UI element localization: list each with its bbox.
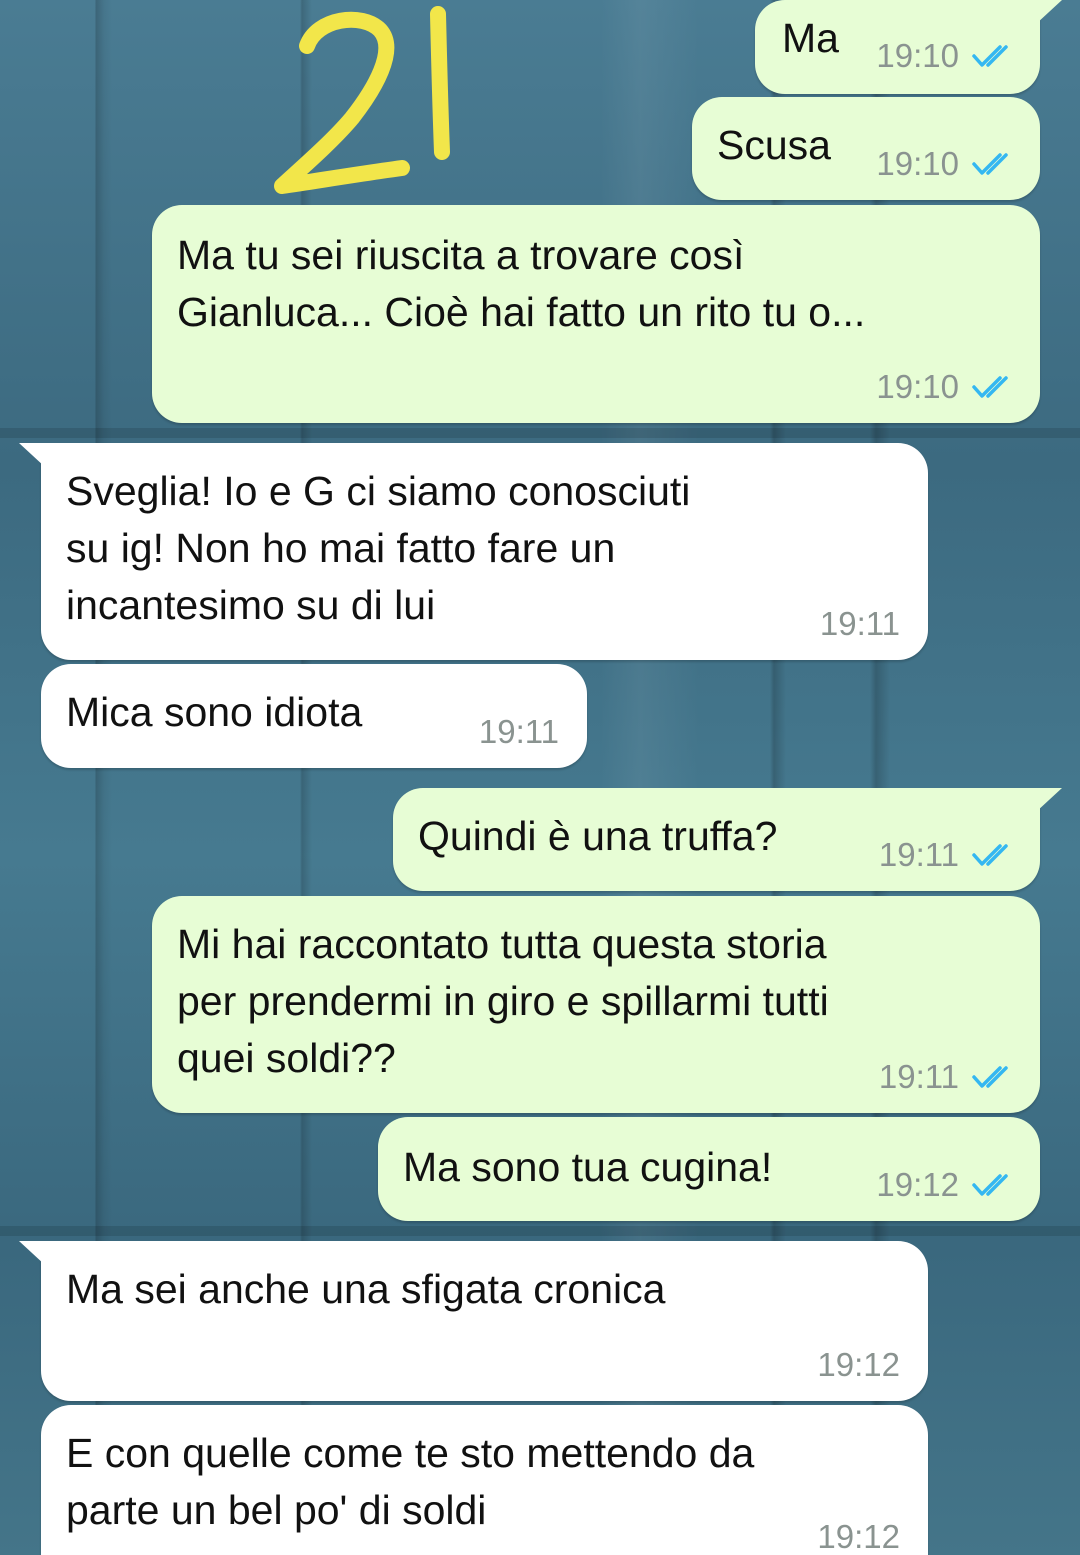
message-outgoing[interactable]: Ma 19:10 <box>755 0 1062 94</box>
message-time: 19:12 <box>876 1166 959 1203</box>
message-text: Mica sono idiota <box>66 689 363 735</box>
message-time: 19:11 <box>878 836 959 873</box>
message-time: 19:11 <box>819 605 900 642</box>
message-outgoing[interactable]: Mi hai raccontato tutta questa storia pe… <box>152 896 1040 1113</box>
bubble-tail <box>1036 788 1062 812</box>
message-time: 19:10 <box>876 368 959 405</box>
message-meta: 19:12 <box>817 1347 900 1383</box>
message-text: Sveglia! Io e G ci siamo conosciuti su i… <box>66 468 691 628</box>
message-outgoing[interactable]: Scusa 19:10 <box>692 97 1040 200</box>
message-time: 19:12 <box>817 1346 900 1383</box>
message-meta: 19:11 <box>820 606 900 642</box>
message-meta: 19:11 <box>879 1059 1013 1095</box>
message-meta: 19:11 <box>479 714 559 750</box>
read-ticks-icon <box>972 1174 1008 1196</box>
bubble-tail <box>19 443 45 467</box>
message-time: 19:11 <box>878 1058 959 1095</box>
message-incoming[interactable]: E con quelle come te sto mettendo da par… <box>41 1405 928 1555</box>
read-ticks-icon <box>972 844 1008 866</box>
message-list[interactable]: Ma 19:10 Scusa 19:10 Ma tu sei riuscita … <box>0 0 1080 1555</box>
message-text: E con quelle come te sto mettendo da par… <box>66 1430 755 1533</box>
message-text: Mi hai raccontato tutta questa storia pe… <box>177 921 829 1081</box>
message-meta: 19:10 <box>876 146 1013 182</box>
message-time: 19:10 <box>876 145 959 182</box>
read-ticks-icon <box>972 1066 1008 1088</box>
message-time: 19:10 <box>876 37 959 74</box>
read-ticks-icon <box>972 45 1008 67</box>
message-incoming[interactable]: Ma sei anche una sfigata cronica 19:12 <box>19 1241 928 1401</box>
message-outgoing[interactable]: Quindi è una truffa? 19:11 <box>393 788 1062 891</box>
message-outgoing[interactable]: Ma sono tua cugina! 19:12 <box>378 1117 1040 1221</box>
message-text: Ma sono tua cugina! <box>403 1144 773 1190</box>
message-incoming[interactable]: Sveglia! Io e G ci siamo conosciuti su i… <box>19 443 928 660</box>
message-text: Scusa <box>717 122 831 168</box>
bubble-tail <box>19 1241 45 1265</box>
message-meta: 19:10 <box>876 38 1013 74</box>
read-ticks-icon <box>972 376 1008 398</box>
message-meta: 19:12 <box>817 1519 900 1555</box>
message-incoming[interactable]: Mica sono idiota 19:11 <box>41 664 587 768</box>
message-text: Quindi è una truffa? <box>418 813 778 859</box>
bubble-tail <box>1036 0 1062 24</box>
message-time: 19:12 <box>817 1518 900 1555</box>
message-time: 19:11 <box>478 713 559 750</box>
read-ticks-icon <box>972 153 1008 175</box>
message-text: Ma <box>782 15 839 61</box>
message-meta: 19:12 <box>876 1167 1013 1203</box>
message-text: Ma tu sei riuscita a trovare così Gianlu… <box>177 232 866 335</box>
message-text: Ma sei anche una sfigata cronica <box>66 1266 666 1312</box>
message-meta: 19:10 <box>876 369 1013 405</box>
message-meta: 19:11 <box>879 837 1013 873</box>
message-outgoing[interactable]: Ma tu sei riuscita a trovare così Gianlu… <box>152 205 1040 423</box>
